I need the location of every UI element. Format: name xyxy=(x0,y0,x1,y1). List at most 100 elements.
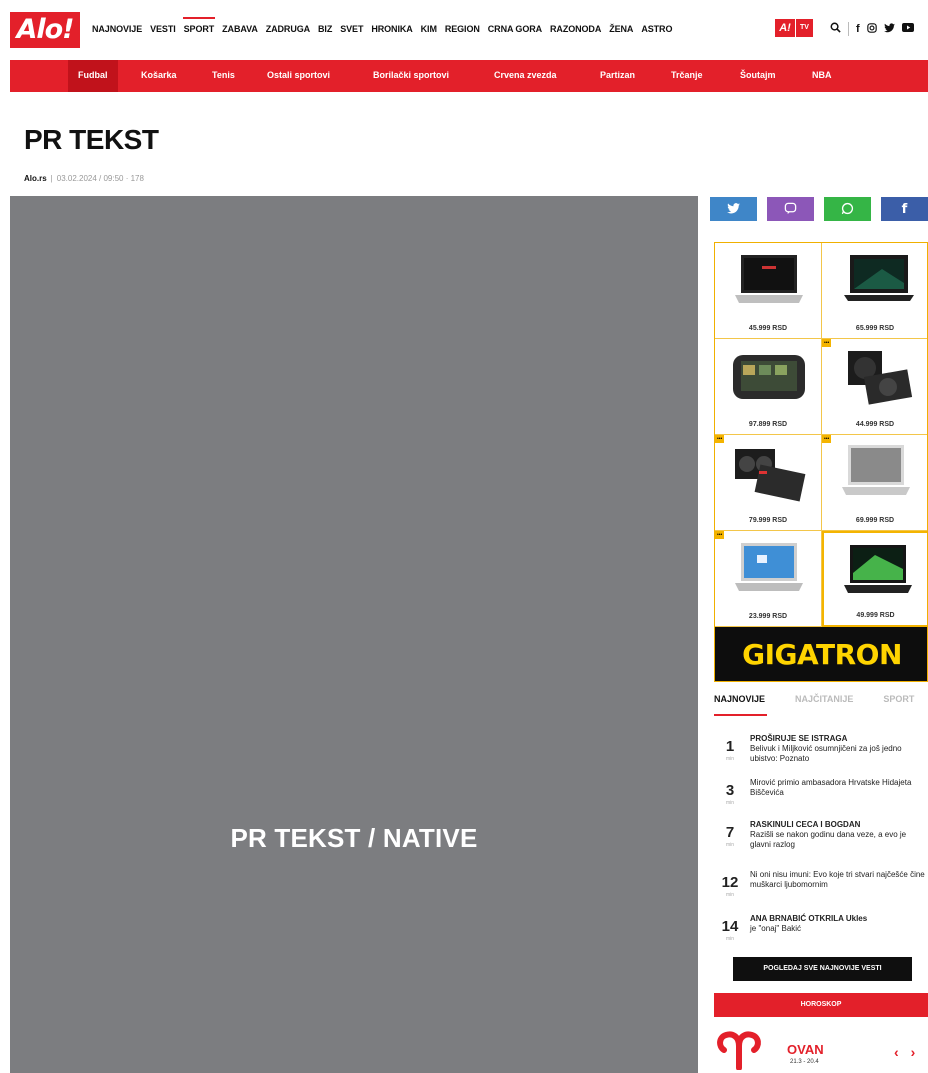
list-item[interactable]: 3 min Mirović primio ambasadora Hrvatske… xyxy=(714,776,928,818)
subnav-item-nba[interactable]: NBA xyxy=(812,60,832,92)
list-item[interactable]: 12 min Ni oni nisu imuni: Evo koje tri s… xyxy=(714,868,928,912)
site-logo[interactable]: Alo! xyxy=(10,12,80,48)
ad-product[interactable]: ••• 44.999 RSD xyxy=(822,339,927,435)
subnav-item-tenis[interactable]: Tenis xyxy=(212,60,235,92)
aries-icon xyxy=(717,1031,761,1070)
list-item[interactable]: 7 min RASKINULI CECA I BOGDAN Razišli se … xyxy=(714,818,928,868)
subnav-item-borilacki-sportovi[interactable]: Borilački sportovi xyxy=(373,60,449,92)
nav-item-razonoda[interactable]: RAZONODA xyxy=(546,24,605,34)
horoscope-widget: OVAN 21.3 - 20.4 ‹ › xyxy=(714,1026,928,1073)
nav-item-crna-gora[interactable]: CRNA GORA xyxy=(484,24,546,34)
facebook-share-button[interactable]: f xyxy=(881,197,928,221)
chevron-left-icon[interactable]: ‹ xyxy=(894,1044,899,1060)
ad-product-grid: 45.999 RSD 65.999 RSD 97.899 RSD ••• 44.… xyxy=(715,243,927,627)
nav-item-vesti[interactable]: VESTI xyxy=(146,24,180,34)
news-text: PROŠIRUJE SE ISTRAGA Belivuk i Miljković … xyxy=(750,734,926,764)
whatsapp-share-button[interactable] xyxy=(824,197,871,221)
horoscope-header[interactable]: HOROSKOP xyxy=(714,993,928,1017)
ad-price: 97.899 RSD xyxy=(748,421,788,428)
nav-item-sport[interactable]: SPORT xyxy=(180,17,219,34)
ad-product[interactable]: 97.899 RSD xyxy=(715,339,822,435)
news-headline: Razišli se nakon godinu dana veze, a evo… xyxy=(750,830,907,849)
subnav-item-trcanje[interactable]: Trčanje xyxy=(671,60,703,92)
header-icons: f xyxy=(830,22,914,36)
laptop-image xyxy=(844,255,914,301)
nav-item-zabava[interactable]: ZABAVA xyxy=(218,24,262,34)
news-text: Ni oni nisu imuni: Evo koje tri stvari n… xyxy=(750,870,926,890)
tab-najnovije[interactable]: NAJNOVIJE xyxy=(714,694,795,716)
ad-product[interactable]: ••• 23.999 RSD xyxy=(715,531,822,627)
nav-item-zena[interactable]: ŽENA xyxy=(605,24,637,34)
youtube-icon[interactable] xyxy=(901,23,914,35)
graphics-card-image xyxy=(848,351,913,405)
ad-badge: ••• xyxy=(715,531,725,539)
news-minutes-unit: min xyxy=(725,892,735,898)
nav-item-najnovije[interactable]: NAJNOVIJE xyxy=(88,24,146,34)
news-headline: Belivuk i Miljković osumnjičeni za još j… xyxy=(750,744,902,763)
ad-price: 65.999 RSD xyxy=(855,325,895,332)
twitter-icon[interactable] xyxy=(883,22,895,36)
nav-item-biz[interactable]: BIZ xyxy=(314,24,336,34)
news-text: ANA BRNABIĆ OTKRILA Ukles je "onaj" Bakić xyxy=(750,914,926,934)
ad-badge: ••• xyxy=(822,435,832,443)
tab-sport[interactable]: SPORT xyxy=(883,694,928,716)
news-minutes: 1 xyxy=(725,738,735,755)
facebook-icon[interactable]: f xyxy=(856,23,860,35)
subnav-item-partizan[interactable]: Partizan xyxy=(600,60,635,92)
subnav-item-kosarka[interactable]: Košarka xyxy=(141,60,177,92)
graphics-card-image xyxy=(735,449,806,502)
twitter-share-button[interactable] xyxy=(710,197,757,221)
chevron-right-icon[interactable]: › xyxy=(911,1044,916,1060)
news-kicker: RASKINULI CECA I BOGDAN xyxy=(750,820,861,829)
search-icon[interactable] xyxy=(830,22,841,36)
laptop-image xyxy=(735,255,803,303)
all-news-button[interactable]: POGLEDAJ SVE NAJNOVIJE VESTI xyxy=(733,957,912,981)
news-minutes: 7 xyxy=(725,824,735,841)
latest-news-list: 1 min PROŠIRUJE SE ISTRAGA Belivuk i Milj… xyxy=(714,732,928,956)
news-minutes: 3 xyxy=(725,782,735,799)
divider: | xyxy=(50,174,53,183)
news-minutes-unit: min xyxy=(725,842,735,848)
nav-item-zadruga[interactable]: ZADRUGA xyxy=(262,24,314,34)
subnav-item-ostali-sportovi[interactable]: Ostali sportovi xyxy=(267,60,330,92)
article-author[interactable]: Alo.rs xyxy=(24,174,47,183)
list-item[interactable]: 14 min ANA BRNABIĆ OTKRILA Ukles je "onaj… xyxy=(714,912,928,956)
tab-najcitanije[interactable]: NAJČITANIJE xyxy=(795,694,883,716)
main-nav: NAJNOVIJE VESTI SPORT ZABAVA ZADRUGA BIZ… xyxy=(88,17,676,34)
ad-product[interactable]: 45.999 RSD xyxy=(715,243,822,339)
subnav-item-crvena-zvezda[interactable]: Crvena zvezda xyxy=(494,60,557,92)
viber-share-button[interactable] xyxy=(767,197,814,221)
ad-badge: ••• xyxy=(822,339,832,347)
list-item[interactable]: 1 min PROŠIRUJE SE ISTRAGA Belivuk i Milj… xyxy=(714,732,928,776)
ad-product[interactable]: ••• 69.999 RSD xyxy=(822,435,927,531)
sport-subnav: Fudbal Košarka Tenis Ostali sportovi Bor… xyxy=(10,60,928,92)
nav-item-region[interactable]: REGION xyxy=(441,24,484,34)
news-headline: je "onaj" Bakić xyxy=(750,924,802,933)
console-image xyxy=(733,355,805,399)
laptop-image xyxy=(735,543,803,591)
ad-price: 23.999 RSD xyxy=(748,613,788,620)
article-meta: Alo.rs | 03.02.2024 / 09:50 · 178 xyxy=(24,174,144,183)
subnav-item-fudbal[interactable]: Fudbal xyxy=(68,60,118,92)
ad-product[interactable]: 65.999 RSD xyxy=(822,243,927,339)
alo-tv-link[interactable]: A! TV xyxy=(775,19,813,37)
alo-tv-logo: A! xyxy=(775,19,795,37)
news-minutes: 12 xyxy=(721,874,739,891)
nav-item-astro[interactable]: ASTRO xyxy=(637,24,676,34)
ad-product[interactable]: ••• 79.999 RSD xyxy=(715,435,822,531)
share-buttons: f xyxy=(710,197,928,221)
nav-item-svet[interactable]: SVET xyxy=(336,24,367,34)
hero-label: PR TEKST / NATIVE xyxy=(230,823,478,853)
instagram-icon[interactable] xyxy=(866,22,877,36)
nav-item-hronika[interactable]: HRONIKA xyxy=(367,24,416,34)
alo-tv-label: TV xyxy=(795,19,813,37)
nav-item-kim[interactable]: KIM xyxy=(417,24,441,34)
laptop-image xyxy=(842,445,910,495)
horoscope-sign[interactable]: OVAN xyxy=(787,1042,824,1057)
ad-brand-logo: GIGATRON xyxy=(715,627,927,681)
news-minutes-unit: min xyxy=(725,800,735,806)
subnav-item-soutajm[interactable]: Šoutajm xyxy=(740,60,776,92)
advertisement-banner[interactable]: 45.999 RSD 65.999 RSD 97.899 RSD ••• 44.… xyxy=(714,242,928,682)
news-kicker: ANA BRNABIĆ OTKRILA Ukles xyxy=(750,914,868,923)
ad-product[interactable]: 49.999 RSD xyxy=(822,531,927,627)
